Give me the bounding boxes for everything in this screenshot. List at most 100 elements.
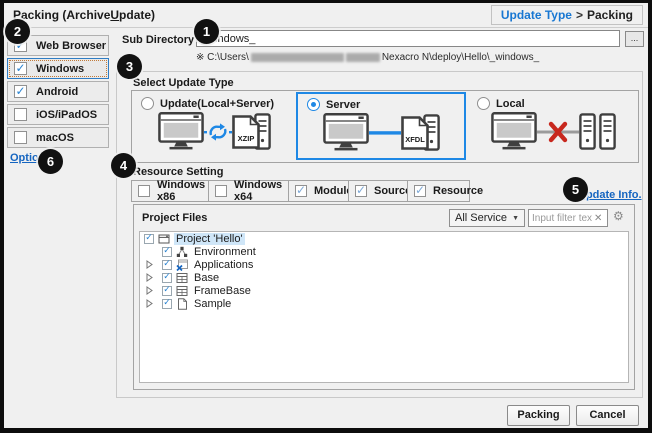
resource-setting-label: Resource Setting	[133, 166, 223, 178]
service-filter-dropdown[interactable]: All Service ▼	[449, 209, 525, 227]
annotation-badge-4: 4	[111, 153, 136, 178]
local-option-illustration	[468, 111, 638, 152]
sidebar-item-label: iOS/iPadOS	[36, 109, 97, 121]
tree-row-framebase[interactable]: FrameBase	[140, 284, 628, 297]
windows-x86-checkbox[interactable]	[138, 185, 150, 197]
tree-row-project[interactable]: Project 'Hello'	[140, 232, 628, 245]
server-option-illustration: XFDL	[298, 112, 464, 153]
monitor-icon	[491, 111, 537, 152]
file-format-label: XZIP	[237, 134, 254, 143]
disconnected-x-icon	[537, 120, 579, 144]
monitor-icon	[323, 112, 369, 153]
windows-x64-checkbox[interactable]	[215, 185, 227, 197]
ios-ipados-checkbox[interactable]	[14, 108, 27, 121]
tree-row-label: Project 'Hello'	[174, 233, 245, 245]
resource-cell-windows-x86[interactable]: Windows x86	[131, 180, 209, 202]
tree-row-applications[interactable]: Applications	[140, 258, 628, 271]
packing-dialog: Packing (ArchiveUpdate) Update Type>Pack…	[4, 3, 648, 428]
tree-row-base[interactable]: Base	[140, 271, 628, 284]
breadcrumb-current-packing: Packing	[587, 8, 633, 22]
resource-cell-resource[interactable]: Resource	[407, 180, 470, 202]
resource-cell-label: Windows x86	[157, 179, 208, 203]
resource-cell-label: Source	[374, 185, 411, 197]
browse-button[interactable]: ...	[625, 31, 644, 47]
packing-button[interactable]: Packing	[507, 405, 570, 426]
expand-arrow-icon[interactable]	[146, 299, 156, 308]
packing-dialog-screenshot: Packing (ArchiveUpdate) Update Type>Pack…	[0, 0, 652, 433]
resource-checkbox[interactable]	[414, 185, 426, 197]
macos-checkbox[interactable]	[14, 131, 27, 144]
sidebar-item-macos[interactable]: macOS	[7, 127, 109, 148]
tree-row-label: Sample	[192, 298, 233, 310]
sub-directory-input[interactable]	[196, 30, 620, 47]
dialog-title: Packing (ArchiveUpdate)	[13, 8, 155, 22]
radio-label: Server	[326, 99, 360, 111]
gear-icon[interactable]: ⚙	[613, 209, 624, 223]
resource-cell-module[interactable]: Module	[288, 180, 349, 202]
resource-cell-label: Module	[314, 185, 353, 197]
annotation-badge-3: 3	[117, 54, 142, 79]
resource-cell-label: Windows x64	[234, 179, 288, 203]
expand-arrow-icon[interactable]	[146, 260, 156, 269]
connection-line-icon	[369, 130, 401, 136]
deploy-path: ※ C:\Users\ Nexacro N\deploy\Hello\_wind…	[196, 52, 539, 63]
resource-cell-source[interactable]: Source	[348, 180, 408, 202]
tree-row-label: Applications	[192, 259, 255, 271]
tree-row-environment[interactable]: Environment	[140, 245, 628, 258]
expand-arrow-icon[interactable]	[146, 273, 156, 282]
tree-row-sample[interactable]: Sample	[140, 297, 628, 310]
sidebar-item-android[interactable]: Android	[7, 81, 109, 102]
resource-cell-windows-x64[interactable]: Windows x64	[208, 180, 289, 202]
filter-text-input[interactable]	[532, 213, 592, 224]
base-checkbox[interactable]	[162, 273, 172, 283]
tree-row-label: Environment	[192, 246, 258, 258]
document-icon	[176, 298, 188, 310]
update-option-illustration: XZIP	[132, 111, 296, 152]
environment-checkbox[interactable]	[162, 247, 172, 257]
update-type-group: Update(Local+Server)	[131, 90, 639, 163]
file-format-label: XFDL	[405, 135, 425, 144]
sidebar-item-label: Web Browser	[36, 40, 106, 52]
project-files-title: Project Files	[142, 212, 207, 224]
cancel-button[interactable]: Cancel	[576, 405, 639, 426]
expand-arrow-icon[interactable]	[146, 286, 156, 295]
update-local-server-radio[interactable]	[141, 97, 154, 110]
sidebar-item-ios-ipados[interactable]: iOS/iPadOS	[7, 104, 109, 125]
annotation-badge-1: 1	[194, 19, 219, 44]
framebase-checkbox[interactable]	[162, 286, 172, 296]
title-text-suffix: pdate)	[119, 8, 155, 22]
windows-checkbox[interactable]	[14, 62, 27, 75]
module-checkbox[interactable]	[295, 185, 307, 197]
source-checkbox[interactable]	[355, 185, 367, 197]
xzip-file-icon: XZIP	[232, 115, 260, 149]
sample-checkbox[interactable]	[162, 299, 172, 309]
server-icon	[599, 113, 616, 150]
local-radio[interactable]	[477, 97, 490, 110]
update-type-option-server[interactable]: Server	[296, 92, 466, 160]
environment-icon	[176, 246, 188, 258]
breadcrumb-update-type-link[interactable]: Update Type	[501, 8, 572, 22]
grid-icon	[176, 285, 188, 297]
select-update-type-label: Select Update Type	[133, 77, 234, 89]
deploy-path-prefix: ※ C:\Users\	[196, 52, 249, 63]
redacted-text	[346, 53, 380, 62]
sidebar-item-windows[interactable]: Windows	[7, 58, 109, 79]
resource-cell-label: Resource	[433, 185, 483, 197]
android-checkbox[interactable]	[14, 85, 27, 98]
project-icon	[158, 233, 170, 245]
grid-icon	[176, 272, 188, 284]
title-text-prefix: Packing (Archive	[13, 8, 110, 22]
filter-field: ✕	[528, 209, 608, 227]
sidebar-item-label: Android	[36, 86, 78, 98]
radio-label: Update(Local+Server)	[160, 98, 274, 110]
applications-checkbox[interactable]	[162, 260, 172, 270]
project-files-tree[interactable]: Project 'Hello' Environment	[139, 231, 629, 383]
service-filter-value: All Service	[455, 212, 507, 224]
title-mnemonic: U	[110, 8, 119, 22]
sub-directory-label: Sub Directory	[122, 34, 194, 46]
project-checkbox[interactable]	[144, 234, 154, 244]
server-radio[interactable]	[307, 98, 320, 111]
update-type-option-update[interactable]: Update(Local+Server)	[132, 91, 296, 162]
update-type-option-local[interactable]: Local	[468, 91, 638, 162]
clear-filter-icon[interactable]: ✕	[594, 213, 602, 224]
